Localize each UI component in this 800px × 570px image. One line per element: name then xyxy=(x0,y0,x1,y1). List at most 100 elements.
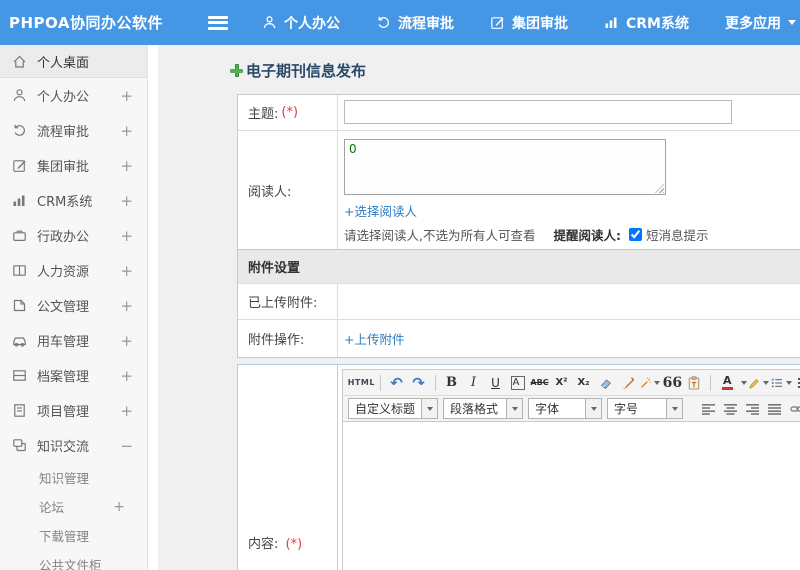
subscript-button[interactable]: X₂ xyxy=(574,373,594,393)
rich-text-editor: HTML ↶ ↷ B I U A ABC X² X₂ 66 A 自定义标题 段落… xyxy=(342,369,800,570)
expand-plus[interactable]: + xyxy=(120,262,133,280)
remove-format-icon[interactable] xyxy=(596,373,616,393)
content-section: 内容: (*) HTML ↶ ↷ B I U A ABC X² X₂ 66 A … xyxy=(237,364,800,570)
car-icon xyxy=(12,333,28,348)
sidebar-item-project-mgmt[interactable]: 项目管理 + xyxy=(0,393,147,428)
align-right-icon[interactable] xyxy=(743,399,763,419)
highlight-color-icon[interactable] xyxy=(748,373,770,393)
attachments-section-header: 附件设置 xyxy=(238,249,800,283)
expand-plus[interactable]: + xyxy=(120,367,133,385)
sidebar-item-workflow-approval[interactable]: 流程审批 + xyxy=(0,113,147,148)
uploaded-attachments-label: 已上传附件: xyxy=(238,284,338,319)
font-color-button[interactable]: A xyxy=(717,373,737,393)
select-readers-link[interactable]: +选择阅读人 xyxy=(344,201,417,220)
sidebar-subitem-forum[interactable]: 论坛 + xyxy=(0,492,147,521)
sidebar-item-knowledge-exchange[interactable]: 知识交流 − xyxy=(0,428,147,463)
readers-row: 阅读人: 0 +选择阅读人 请选择阅读人,不选为所有人可查看 提醒阅读人: 短消… xyxy=(238,130,800,249)
readers-label: 阅读人: xyxy=(238,131,338,249)
format-painter-icon[interactable] xyxy=(618,373,638,393)
sidebar-subitem-knowledge-mgmt[interactable]: 知识管理 xyxy=(0,463,147,492)
collapse-minus[interactable]: − xyxy=(120,437,133,455)
nav-label: 集团审批 xyxy=(512,15,568,32)
layers-icon xyxy=(12,438,28,453)
history-icon xyxy=(376,15,391,30)
sidebar-item-crm[interactable]: CRM系统 + xyxy=(0,183,147,218)
nav-item-more-apps[interactable]: 更多应用 xyxy=(725,13,796,33)
font-size-select[interactable]: 字号 xyxy=(607,398,684,419)
expand-plus[interactable]: + xyxy=(120,332,133,350)
expand-plus[interactable]: + xyxy=(120,297,133,315)
align-left-icon[interactable] xyxy=(699,399,719,419)
chart-icon xyxy=(12,193,28,208)
expand-plus[interactable]: + xyxy=(120,402,133,420)
publish-form: 主题: (*) 阅读人: 0 +选择阅读人 请选择阅读人,不选为所有人可查看 提… xyxy=(237,94,800,358)
sidebar-subitem-public-file-cabinet[interactable]: 公共文件柜 xyxy=(0,550,147,570)
upload-attachment-link[interactable]: +上传附件 xyxy=(344,329,404,348)
dropdown-caret-icon[interactable] xyxy=(741,381,748,388)
superscript-button[interactable]: X² xyxy=(552,373,572,393)
app-logo: PHPOA协同办公软件 xyxy=(9,14,163,32)
align-center-icon[interactable] xyxy=(721,399,741,419)
header-nav: 个人办公 流程审批 集团审批 CRM系统 更多应用 xyxy=(262,13,796,33)
caret-down-icon xyxy=(788,20,796,29)
sidebar-item-vehicle-mgmt[interactable]: 用车管理 + xyxy=(0,323,147,358)
subject-input[interactable] xyxy=(344,100,732,124)
dropdown-caret-icon xyxy=(506,399,523,418)
unordered-list-icon[interactable] xyxy=(794,373,800,393)
sidebar-item-archive-mgmt[interactable]: 档案管理 + xyxy=(0,358,147,393)
sidebar-item-personal-office[interactable]: 个人办公 + xyxy=(0,78,147,113)
heading-select[interactable]: 自定义标题 xyxy=(348,398,439,419)
attachment-actions-label: 附件操作: xyxy=(238,320,338,357)
editor-toolbar-row2: 自定义标题 段落格式 字体 字号 xyxy=(343,396,800,422)
dropdown-caret-icon xyxy=(763,381,770,388)
auto-typeset-icon[interactable] xyxy=(640,373,661,393)
subject-row: 主题: (*) xyxy=(238,95,800,130)
sms-label: 短消息提示 xyxy=(645,228,709,243)
undo-icon[interactable]: ↶ xyxy=(387,373,407,393)
bold-button[interactable]: B xyxy=(442,373,462,393)
sms-checkbox[interactable] xyxy=(628,228,642,241)
sidebar-item-admin-office[interactable]: 行政办公 + xyxy=(0,218,147,253)
nav-item-workflow-approval[interactable]: 流程审批 xyxy=(376,13,454,33)
strikethrough-button[interactable]: ABC xyxy=(530,373,550,393)
redo-icon[interactable]: ↷ xyxy=(409,373,429,393)
sidebar-item-hr[interactable]: 人力资源 + xyxy=(0,253,147,288)
nav-label: 个人办公 xyxy=(284,15,340,32)
history-icon xyxy=(12,123,28,138)
sidebar-item-group-approval[interactable]: 集团审批 + xyxy=(0,148,147,183)
expand-plus[interactable]: + xyxy=(120,192,133,210)
html-source-button[interactable]: HTML xyxy=(348,373,375,393)
editor-content-area[interactable] xyxy=(343,422,800,570)
dropdown-caret-icon xyxy=(421,399,438,418)
font-style-button[interactable]: A xyxy=(508,373,528,393)
sidebar-subitem-download-mgmt[interactable]: 下载管理 xyxy=(0,521,147,550)
notebook-icon xyxy=(12,403,28,418)
paste-plain-text-icon[interactable] xyxy=(684,373,704,393)
paragraph-format-select[interactable]: 段落格式 xyxy=(443,398,524,419)
sidebar-item-document-mgmt[interactable]: 公文管理 + xyxy=(0,288,147,323)
page-title: 电子期刊信息发布 xyxy=(246,62,367,80)
italic-button[interactable]: I xyxy=(464,373,484,393)
insert-link-icon[interactable] xyxy=(787,399,800,419)
remind-readers-label: 提醒阅读人: xyxy=(553,228,621,243)
readers-textarea[interactable]: 0 xyxy=(344,139,666,195)
expand-plus[interactable]: + xyxy=(113,499,125,515)
nav-item-group-approval[interactable]: 集团审批 xyxy=(490,13,568,33)
nav-item-crm[interactable]: CRM系统 xyxy=(604,13,689,33)
nav-item-personal-office[interactable]: 个人办公 xyxy=(262,13,340,33)
blockquote-button[interactable]: 66 xyxy=(662,373,682,393)
ordered-list-icon[interactable] xyxy=(771,373,792,393)
uploaded-attachments-row: 已上传附件: xyxy=(238,283,800,319)
hamburger-menu-icon[interactable] xyxy=(208,15,228,30)
expand-plus[interactable]: + xyxy=(120,87,133,105)
underline-button[interactable]: U xyxy=(486,373,506,393)
expand-plus[interactable]: + xyxy=(120,157,133,175)
content-label: 内容: (*) xyxy=(238,365,338,570)
expand-plus[interactable]: + xyxy=(120,227,133,245)
dropdown-caret-icon xyxy=(654,381,661,388)
align-justify-icon[interactable] xyxy=(765,399,785,419)
font-family-select[interactable]: 字体 xyxy=(528,398,603,419)
dropdown-caret-icon xyxy=(666,399,683,418)
sidebar-item-personal-desktop[interactable]: 个人桌面 xyxy=(0,45,147,78)
expand-plus[interactable]: + xyxy=(120,122,133,140)
